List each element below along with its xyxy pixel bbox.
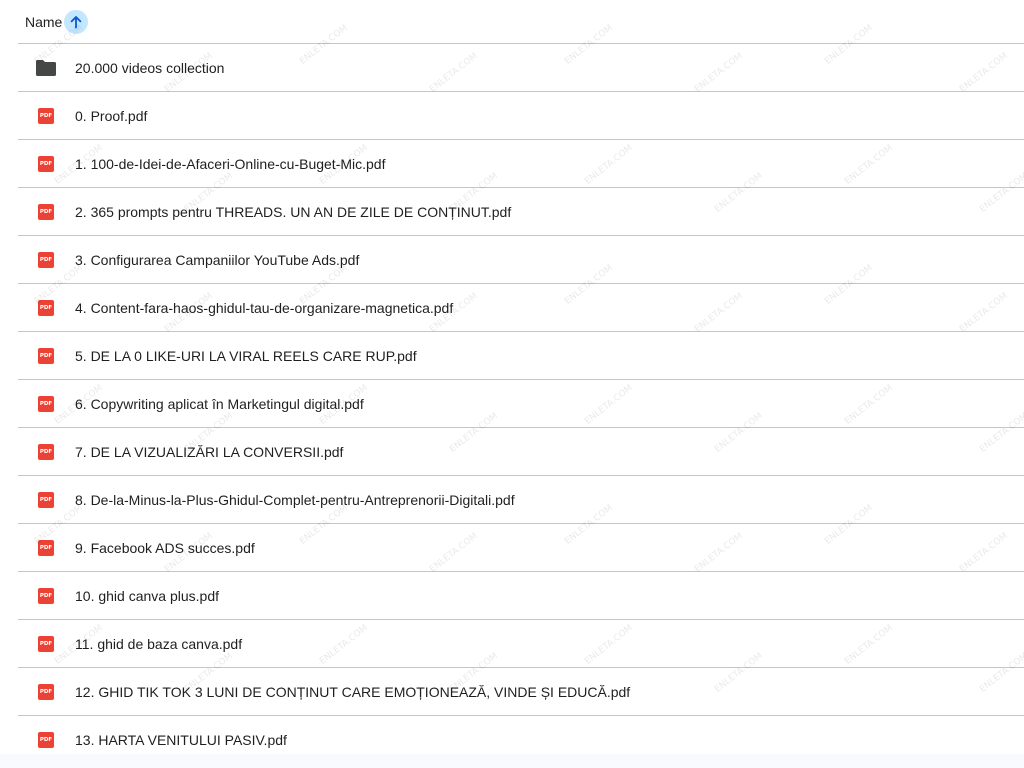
file-name: 11. ghid de baza canva.pdf — [75, 635, 243, 652]
sort-by-name-button[interactable]: Name — [25, 8, 89, 36]
list-header: Name — [18, 0, 1024, 44]
file-name: 10. ghid canva plus.pdf — [75, 587, 219, 604]
file-browser: Name 20.000 videos collection PDF 0. Proof… — [0, 0, 1024, 768]
pdf-badge: PDF — [38, 395, 54, 412]
file-row[interactable]: PDF 1. 100-de-Idei-de-Afaceri-Online-cu-B… — [18, 140, 1024, 188]
file-row[interactable]: PDF 11. ghid de baza canva.pdf — [18, 620, 1024, 668]
file-row[interactable]: PDF 5. DE LA 0 LIKE-URI LA VIRAL REELS CA… — [18, 332, 1024, 380]
file-row[interactable]: PDF 10. ghid canva plus.pdf — [18, 572, 1024, 620]
file-name: 9. Facebook ADS succes.pdf — [75, 539, 255, 556]
file-row[interactable]: PDF 7. DE LA VIZUALIZĂRI LA CONVERSII.pdf — [18, 428, 1024, 476]
pdf-badge: PDF — [38, 347, 54, 364]
file-name: 7. DE LA VIZUALIZĂRI LA CONVERSII.pdf — [75, 443, 344, 460]
pdf-badge: PDF — [38, 107, 54, 124]
file-row[interactable]: PDF 8. De-la-Minus-la-Plus-Ghidul-Complet… — [18, 476, 1024, 524]
file-name: 0. Proof.pdf — [75, 107, 148, 124]
file-name: 3. Configurarea Campaniilor YouTube Ads.… — [75, 251, 360, 268]
file-name: 5. DE LA 0 LIKE-URI LA VIRAL REELS CARE … — [75, 347, 417, 364]
pdf-file-icon: PDF — [36, 346, 56, 366]
pdf-badge: PDF — [38, 539, 54, 556]
pdf-badge: PDF — [38, 299, 54, 316]
pdf-file-icon: PDF — [36, 154, 56, 174]
file-row[interactable]: PDF 2. 365 prompts pentru THREADS. UN AN … — [18, 188, 1024, 236]
file-row[interactable]: PDF 6. Copywriting aplicat în Marketingul… — [18, 380, 1024, 428]
pdf-badge: PDF — [38, 587, 54, 604]
list-footer — [0, 754, 1024, 768]
folder-row[interactable]: 20.000 videos collection — [18, 44, 1024, 92]
file-row[interactable]: PDF 0. Proof.pdf — [18, 92, 1024, 140]
pdf-file-icon: PDF — [36, 202, 56, 222]
name-column-label: Name — [25, 13, 63, 30]
file-name: 4. Content-fara-haos-ghidul-tau-de-organ… — [75, 299, 454, 316]
pdf-file-icon: PDF — [36, 538, 56, 558]
pdf-file-icon: PDF — [36, 634, 56, 654]
pdf-file-icon: PDF — [36, 250, 56, 270]
file-row[interactable]: PDF 4. Content-fara-haos-ghidul-tau-de-or… — [18, 284, 1024, 332]
pdf-file-icon: PDF — [36, 298, 56, 318]
file-name: 8. De-la-Minus-la-Plus-Ghidul-Complet-pe… — [75, 491, 515, 508]
pdf-badge: PDF — [38, 731, 54, 748]
file-row[interactable]: PDF 9. Facebook ADS succes.pdf — [18, 524, 1024, 572]
file-name: 13. HARTA VENITULUI PASIV.pdf — [75, 731, 287, 748]
pdf-badge: PDF — [38, 683, 54, 700]
pdf-badge: PDF — [38, 443, 54, 460]
file-name: 6. Copywriting aplicat în Marketingul di… — [75, 395, 364, 412]
pdf-file-icon: PDF — [36, 730, 56, 750]
file-name: 12. GHID TIK TOK 3 LUNI DE CONȚINUT CARE… — [75, 683, 631, 700]
file-name: 20.000 videos collection — [75, 59, 225, 76]
pdf-badge: PDF — [38, 251, 54, 268]
folder-icon — [36, 58, 56, 78]
file-name: 2. 365 prompts pentru THREADS. UN AN DE … — [75, 203, 512, 220]
file-row[interactable]: PDF 12. GHID TIK TOK 3 LUNI DE CONȚINUT C… — [18, 668, 1024, 716]
file-name: 1. 100-de-Idei-de-Afaceri-Online-cu-Buge… — [75, 155, 386, 172]
file-row[interactable]: PDF 3. Configurarea Campaniilor YouTube A… — [18, 236, 1024, 284]
arrow-up-icon[interactable] — [64, 9, 89, 34]
pdf-badge: PDF — [38, 635, 54, 652]
pdf-file-icon: PDF — [36, 394, 56, 414]
pdf-file-icon: PDF — [36, 442, 56, 462]
pdf-file-icon: PDF — [36, 682, 56, 702]
pdf-file-icon: PDF — [36, 586, 56, 606]
pdf-file-icon: PDF — [36, 106, 56, 126]
pdf-file-icon: PDF — [36, 490, 56, 510]
pdf-badge: PDF — [38, 155, 54, 172]
pdf-badge: PDF — [38, 203, 54, 220]
pdf-badge: PDF — [38, 491, 54, 508]
file-list: 20.000 videos collection PDF 0. Proof.pdf P… — [18, 44, 1024, 764]
